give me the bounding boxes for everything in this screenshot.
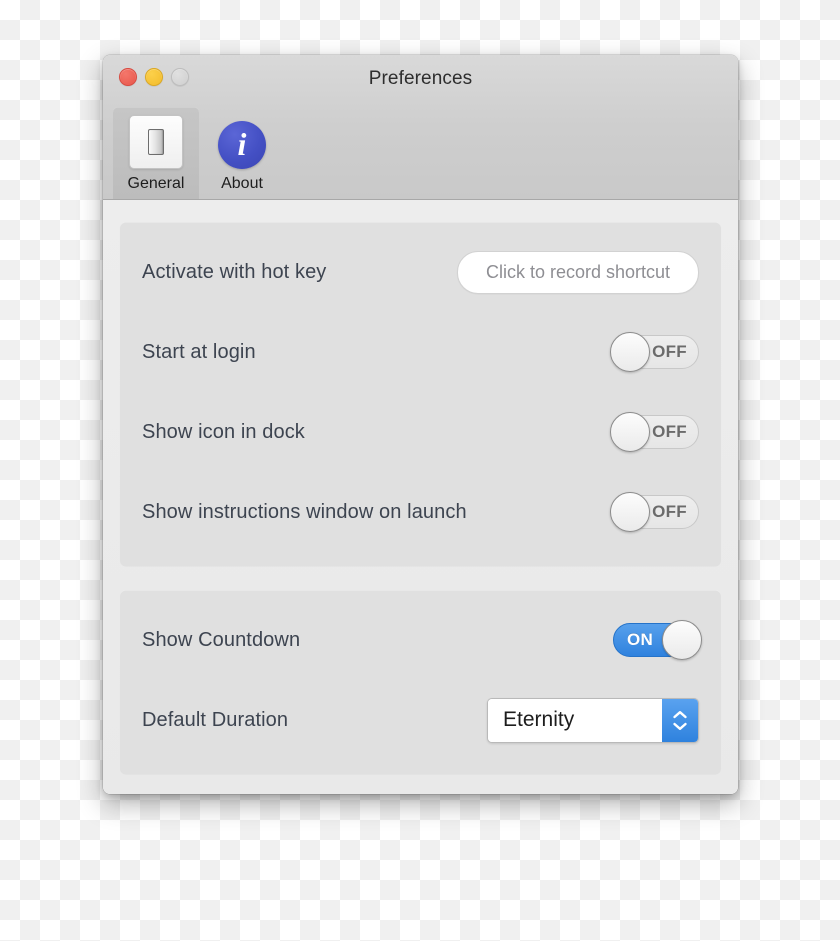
toggle-state-label: ON <box>627 630 654 649</box>
info-circle-icon: i <box>218 121 266 169</box>
default-duration-value: Eternity <box>488 698 662 742</box>
toggle-start-at-login[interactable]: OFF <box>610 332 699 372</box>
hotkey-recorder-field[interactable]: Click to record shortcut <box>457 250 699 294</box>
light-switch-lever <box>148 129 164 155</box>
toggle-knob <box>610 412 650 452</box>
row-show-instructions-window: Show instructions window on launch OFF <box>142 472 699 552</box>
toggle-state-label: OFF <box>652 342 687 361</box>
tab-about[interactable]: i About <box>199 113 285 199</box>
toggle-knob <box>662 620 702 660</box>
general-settings-panel: Activate with hot key Click to record sh… <box>120 222 721 566</box>
toggle-show-countdown[interactable]: ON <box>613 620 702 660</box>
row-show-icon-in-dock: Show icon in dock OFF <box>142 392 699 472</box>
toggle-show-icon-in-dock[interactable]: OFF <box>610 412 699 452</box>
toggle-knob <box>610 492 650 532</box>
tab-general[interactable]: General <box>113 107 199 199</box>
preferences-window: Preferences General i About Activate wit… <box>103 55 738 794</box>
toggle-state-label: OFF <box>652 422 687 441</box>
hotkey-placeholder: Click to record shortcut <box>485 261 671 282</box>
preferences-content: Activate with hot key Click to record sh… <box>103 200 738 794</box>
row-default-duration: Default Duration Eternity <box>142 680 699 760</box>
tab-about-label: About <box>221 175 263 192</box>
toggle-state-label: OFF <box>652 502 687 521</box>
chevron-down-icon[interactable] <box>672 722 688 731</box>
row-activate-hot-key: Activate with hot key Click to record sh… <box>142 232 699 312</box>
stepper-control[interactable] <box>662 698 698 742</box>
tab-general-label: General <box>127 175 185 192</box>
default-duration-popup[interactable]: Eternity <box>487 697 699 743</box>
row-show-countdown: Show Countdown ON <box>142 600 702 680</box>
chevron-up-icon[interactable] <box>672 710 688 719</box>
window-title: Preferences <box>368 68 473 89</box>
window-toolbar: Preferences General i About <box>103 55 738 200</box>
label-show-icon-in-dock: Show icon in dock <box>142 420 305 443</box>
toggle-knob <box>610 332 650 372</box>
label-activate-hot-key: Activate with hot key <box>142 260 327 283</box>
countdown-settings-panel: Show Countdown ON Default Duration Etern… <box>120 590 721 774</box>
row-start-at-login: Start at login OFF <box>142 312 699 392</box>
toggle-show-instructions-window[interactable]: OFF <box>610 492 699 532</box>
toolbar-tabs: General i About <box>113 107 285 199</box>
label-show-countdown: Show Countdown <box>142 628 301 651</box>
label-start-at-login: Start at login <box>142 340 256 363</box>
label-show-instructions-window: Show instructions window on launch <box>142 500 467 523</box>
label-default-duration: Default Duration <box>142 708 289 731</box>
light-switch-icon <box>129 115 183 169</box>
